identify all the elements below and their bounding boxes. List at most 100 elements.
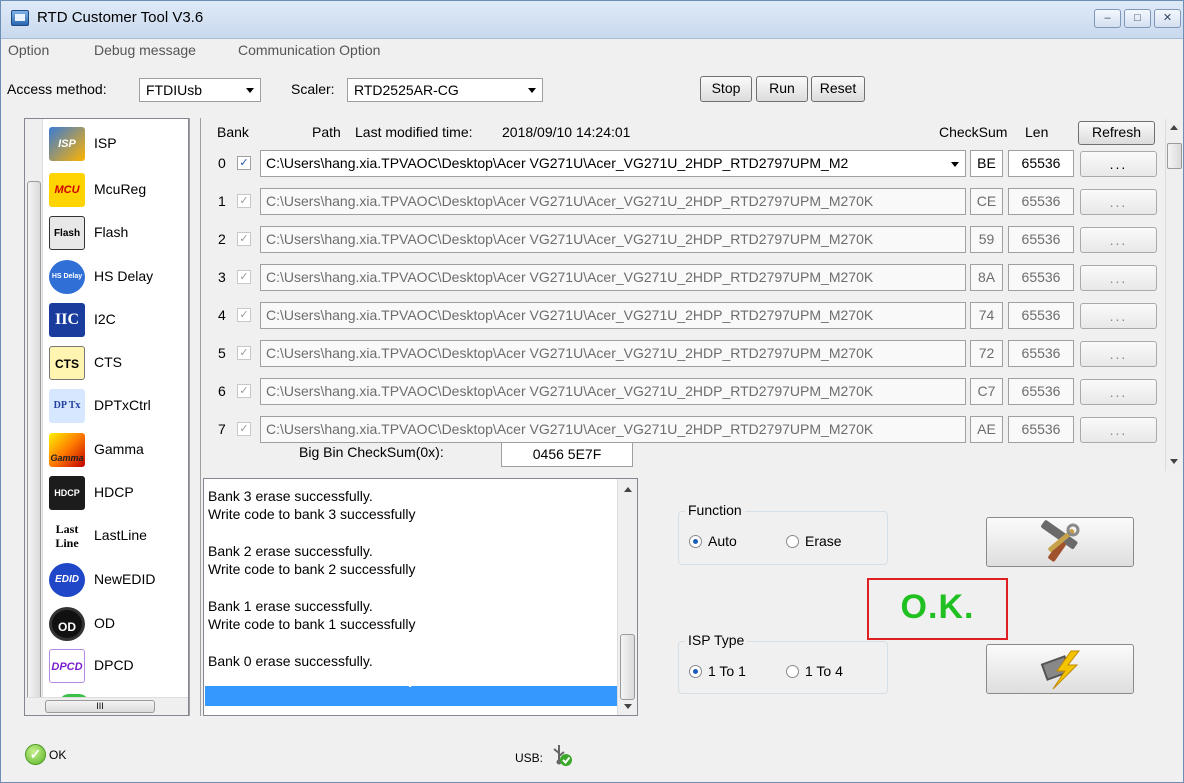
bank-path-field[interactable]: C:\Users\hang.xia.TPVAOC\Desktop\Acer VG… — [260, 340, 966, 367]
bank-len: 65536 — [1008, 226, 1074, 253]
path-header: Path — [312, 124, 341, 140]
bank-checkbox[interactable]: ✓ — [237, 232, 251, 246]
bank-path-field[interactable]: C:\Users\hang.xia.TPVAOC\Desktop\Acer VG… — [260, 302, 966, 329]
access-method-label: Access method: — [7, 81, 107, 97]
bank-panel-scrollbar[interactable] — [1165, 119, 1183, 471]
sidebar-splitter[interactable] — [189, 118, 201, 716]
bank-path-field[interactable]: C:\Users\hang.xia.TPVAOC\Desktop\Acer VG… — [260, 188, 966, 215]
bank-path-select[interactable]: C:\Users\hang.xia.TPVAOC\Desktop\Acer VG… — [260, 150, 966, 177]
tools-button[interactable] — [986, 517, 1134, 567]
chevron-down-icon — [246, 88, 254, 93]
function-group: Function Auto Erase — [678, 502, 888, 565]
menu-communication-option[interactable]: Communication Option — [238, 42, 380, 58]
mcu-icon: MCU — [49, 173, 85, 207]
sidebar-item-lastline[interactable]: Last Line LastLine — [49, 517, 188, 557]
bank-checkbox[interactable]: ✓ — [237, 156, 251, 170]
sidebar-item-od[interactable]: OD OD — [49, 605, 188, 645]
bank-len: 65536 — [1008, 302, 1074, 329]
bank-path-field[interactable]: C:\Users\hang.xia.TPVAOC\Desktop\Acer VG… — [260, 226, 966, 253]
menu-bar: Option Debug message Communication Optio… — [1, 39, 1183, 63]
bank-checkbox[interactable]: ✓ — [237, 270, 251, 284]
bank-row: 5 ✓ C:\Users\hang.xia.TPVAOC\Desktop\Ace… — [203, 339, 1163, 368]
sidebar-item-gamma[interactable]: Gamma Gamma — [49, 431, 188, 471]
sidebar-horizontal-scrollbar[interactable]: III — [25, 697, 188, 715]
bank-path-field[interactable]: C:\Users\hang.xia.TPVAOC\Desktop\Acer VG… — [260, 378, 966, 405]
sidebar-item-cts[interactable]: CTS CTS — [49, 344, 188, 384]
bank-browse-button[interactable]: ... — [1080, 265, 1157, 291]
bank-browse-button[interactable]: ... — [1080, 189, 1157, 215]
scaler-select[interactable]: RTD2525AR-CG — [347, 78, 543, 102]
bank-checkbox[interactable]: ✓ — [237, 346, 251, 360]
sidebar-item-isp[interactable]: ISP ISP — [49, 125, 188, 165]
run-button[interactable]: Run — [756, 76, 808, 102]
scroll-down-icon[interactable] — [1170, 459, 1178, 464]
erase-radio[interactable] — [786, 535, 799, 548]
bank-len: 65536 — [1008, 378, 1074, 405]
bank-checkbox[interactable]: ✓ — [237, 194, 251, 208]
bank-browse-button[interactable]: ... — [1080, 417, 1157, 443]
bank-panel-scroll-thumb[interactable] — [1167, 143, 1182, 169]
sidebar-item-label: HS Delay — [94, 268, 154, 284]
one-to-four-radio[interactable] — [786, 665, 799, 678]
log-line: Write code to bank 2 successfully — [208, 561, 416, 577]
stop-button[interactable]: Stop — [700, 76, 752, 102]
scroll-up-icon[interactable] — [1170, 125, 1178, 130]
sidebar-item-label: LastLine — [94, 527, 147, 543]
program-button[interactable] — [986, 644, 1134, 694]
sidebar-item-i2c[interactable]: IIC I2C — [49, 301, 188, 341]
bank-checkbox[interactable]: ✓ — [237, 384, 251, 398]
bank-browse-button[interactable]: ... — [1080, 227, 1157, 253]
big-bin-checksum-value: 0456 5E7F — [501, 442, 633, 467]
scroll-up-icon[interactable] — [624, 487, 632, 492]
sidebar-vertical-scrollbar[interactable] — [25, 119, 43, 701]
log-line-selected: Write code to bank 0 successfully — [208, 671, 416, 687]
bank-browse-button[interactable]: ... — [1080, 341, 1157, 367]
sidebar-item-flash[interactable]: Flash Flash — [49, 214, 188, 254]
erase-label[interactable]: Erase — [805, 533, 842, 549]
sidebar-item-label: OD — [94, 615, 115, 631]
sidebar-scroll-thumb[interactable] — [27, 181, 41, 701]
bank-path-field[interactable]: C:\Users\hang.xia.TPVAOC\Desktop\Acer VG… — [260, 264, 966, 291]
title-bar[interactable]: RTD Customer Tool V3.6 – □ ✕ — [1, 1, 1183, 39]
bank-panel: Bank Path Last modified time: 2018/09/10… — [203, 119, 1184, 471]
sidebar-item-label: McuReg — [94, 181, 147, 197]
sidebar-item-dpcd[interactable]: DPCD DPCD — [49, 647, 188, 687]
sidebar-item-hs-delay[interactable]: HS Delay HS Delay — [49, 258, 188, 298]
bank-row: 6 ✓ C:\Users\hang.xia.TPVAOC\Desktop\Ace… — [203, 377, 1163, 406]
bank-browse-button[interactable]: ... — [1080, 151, 1157, 177]
sidebar-item-newedid[interactable]: EDID NewEDID — [49, 561, 188, 601]
minimize-button[interactable]: – — [1094, 9, 1121, 28]
one-to-one-label[interactable]: 1 To 1 — [708, 663, 746, 679]
log-output[interactable]: Bank 3 erase successfully. Write code to… — [203, 478, 638, 716]
log-scroll-thumb[interactable] — [620, 634, 635, 700]
bank-path-field[interactable]: C:\Users\hang.xia.TPVAOC\Desktop\Acer VG… — [260, 416, 966, 443]
refresh-button[interactable]: Refresh — [1078, 121, 1155, 145]
usb-connected-icon — [553, 745, 572, 766]
bank-checksum: 8A — [970, 264, 1003, 291]
menu-debug-message[interactable]: Debug message — [94, 42, 196, 58]
close-button[interactable]: ✕ — [1154, 9, 1181, 28]
edid-icon: EDID — [49, 563, 85, 597]
scroll-down-icon[interactable] — [624, 704, 632, 709]
sidebar-item-hdcp[interactable]: HDCP HDCP — [49, 474, 188, 514]
log-scrollbar[interactable] — [617, 479, 637, 715]
log-line: Bank 3 erase successfully. — [208, 488, 373, 504]
sidebar-item-mcureg[interactable]: MCU McuReg — [49, 171, 188, 211]
sidebar-hscroll-thumb[interactable]: III — [45, 700, 155, 713]
bank-number: 6 — [218, 383, 226, 399]
menu-option[interactable]: Option — [8, 42, 49, 58]
reset-button[interactable]: Reset — [811, 76, 865, 102]
one-to-four-label[interactable]: 1 To 4 — [805, 663, 843, 679]
bank-browse-button[interactable]: ... — [1080, 303, 1157, 329]
auto-label[interactable]: Auto — [708, 533, 737, 549]
bank-browse-button[interactable]: ... — [1080, 379, 1157, 405]
isp-type-group-title: ISP Type — [685, 632, 748, 648]
auto-radio[interactable] — [689, 535, 702, 548]
one-to-one-radio[interactable] — [689, 665, 702, 678]
bank-checkbox[interactable]: ✓ — [237, 308, 251, 322]
sidebar-item-dptxctrl[interactable]: DP Tx DPTxCtrl — [49, 387, 188, 427]
sidebar-item-label: NewEDID — [94, 571, 156, 587]
maximize-button[interactable]: □ — [1124, 9, 1151, 28]
bank-checkbox[interactable]: ✓ — [237, 422, 251, 436]
access-method-select[interactable]: FTDIUsb — [139, 78, 261, 102]
